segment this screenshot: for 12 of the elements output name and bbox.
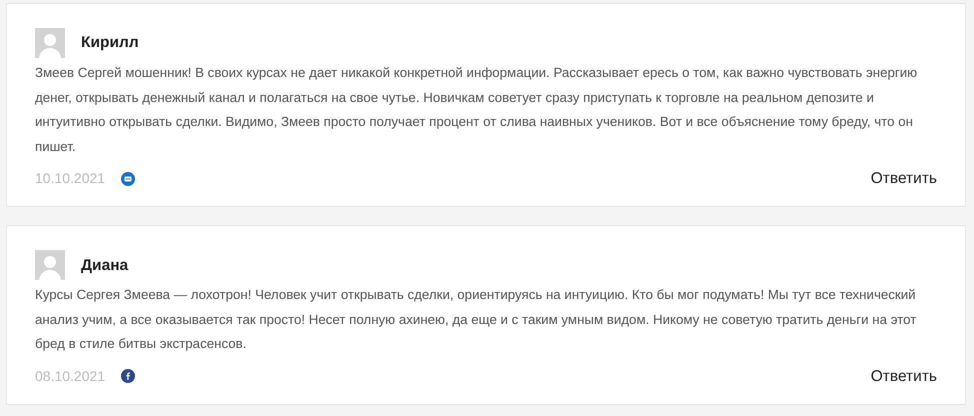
- avatar-icon: [35, 28, 65, 58]
- author-name: Диана: [81, 256, 128, 276]
- reply-link[interactable]: Ответить: [870, 167, 937, 190]
- author-name: Кирилл: [81, 33, 139, 54]
- comment-date: 08.10.2021: [35, 366, 106, 386]
- facebook-icon: [121, 369, 136, 384]
- comment-text: Курсы Сергея Змеева — лохотрон! Человек учит открывать сделки, ориентируясь на интуицию. Кто бы мог подумать! Мы тут все технический анализ учим, а все оказывается так просто! Несет полную ахинею, да еще и с таким умным видом. Никому не советую тратить деньги на этот бред в стиле битвы экстрасенсов.: [35, 286, 918, 354]
- reply-link[interactable]: Ответить: [870, 364, 937, 388]
- message-icon: [121, 172, 136, 186]
- comment-text: Змеев Сергей мошенник! В своих курсах не дает никакой конкретной информации. Рассказывает ересь о том, как важно чувствовать энергию денег, открывать денежный канал и полагаться на свое чутье. Новичкам советует сразу приступать к торговле на реальном депозите и интуитивно открывать сделки. Видимо, Змеев просто получает процент от слива наивных учеников. Вот и все объяснение тому бреду, что он пишет.: [35, 64, 918, 156]
- comment-date: 10.10.2021: [35, 169, 106, 188]
- avatar-icon: [35, 250, 65, 280]
